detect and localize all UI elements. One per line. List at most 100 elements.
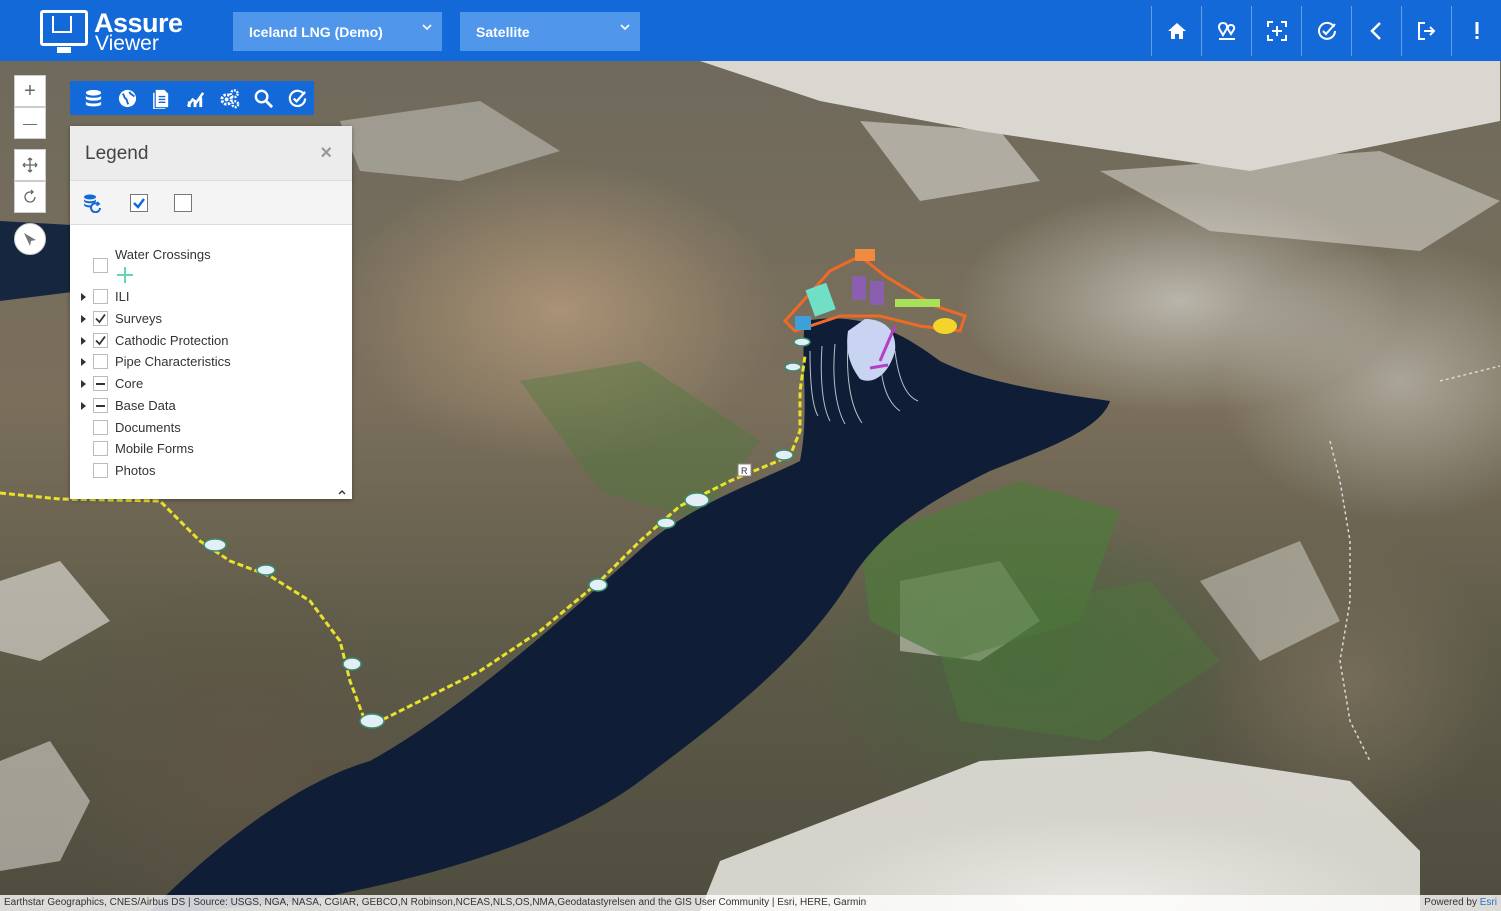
search-icon xyxy=(254,89,273,108)
legend-item-mobile-forms[interactable]: Mobile Forms xyxy=(70,438,352,460)
app-header: Assure Viewer Iceland LNG (Demo) Satelli… xyxy=(0,0,1501,61)
rotate-icon xyxy=(24,189,36,203)
home-icon xyxy=(1167,23,1186,39)
check-icon xyxy=(133,198,145,209)
legend-panel: Legend × Water Crossings ILI Surveys Cat… xyxy=(70,126,352,499)
full-extent-button[interactable] xyxy=(1251,6,1301,56)
zoom-in-button[interactable]: + xyxy=(14,75,46,107)
header-nav-buttons xyxy=(1151,6,1501,56)
route-marker-label: R xyxy=(741,466,748,476)
layers-data-button[interactable] xyxy=(76,81,110,115)
legend-item-cathodic-protection[interactable]: Cathodic Protection xyxy=(70,330,352,352)
legend-item-pipe-characteristics[interactable]: Pipe Characteristics xyxy=(70,351,352,373)
legend-item-documents[interactable]: Documents xyxy=(70,417,352,439)
zoom-out-button[interactable]: — xyxy=(14,107,46,139)
assure-viewer-logo[interactable]: Assure Viewer xyxy=(40,8,190,55)
layer-checkbox[interactable] xyxy=(93,289,108,304)
chevron-down-icon xyxy=(422,24,432,31)
expand-arrow-icon[interactable] xyxy=(81,337,86,345)
back-button[interactable] xyxy=(1351,6,1401,56)
chart-icon xyxy=(186,91,204,107)
chevron-up-icon[interactable] xyxy=(338,489,346,495)
layer-checkbox[interactable] xyxy=(93,441,108,456)
layer-label: Core xyxy=(115,376,144,391)
powered-by: Powered by Esri xyxy=(1424,897,1497,908)
rotate-button[interactable] xyxy=(14,181,46,213)
partial-check-icon xyxy=(96,383,105,385)
layer-checkbox[interactable] xyxy=(93,376,108,391)
powered-by-text: Powered by xyxy=(1424,897,1477,908)
basemap-select-value: Satellite xyxy=(476,24,530,40)
sign-out-icon xyxy=(1417,22,1435,40)
legend-item-core[interactable]: Core xyxy=(70,373,352,395)
layer-checkbox[interactable] xyxy=(93,420,108,435)
globe-icon xyxy=(118,89,136,107)
compass-button[interactable] xyxy=(14,223,46,255)
layer-label: Pipe Characteristics xyxy=(115,354,231,369)
legend-header: Legend × xyxy=(70,126,352,180)
document-icon xyxy=(152,89,168,109)
pan-button[interactable] xyxy=(14,149,46,181)
expand-arrow-icon[interactable] xyxy=(81,402,86,410)
layer-checkbox[interactable] xyxy=(93,258,108,273)
basemap-gallery-button[interactable] xyxy=(110,81,144,115)
documents-button[interactable] xyxy=(144,81,178,115)
legend-item-photos[interactable]: Photos xyxy=(70,460,352,482)
extent-icon xyxy=(1266,21,1287,41)
project-select[interactable]: Iceland LNG (Demo) xyxy=(233,12,442,51)
validation-button[interactable] xyxy=(280,81,314,115)
legend-item-surveys[interactable]: Surveys xyxy=(70,308,352,330)
check-all-checkbox[interactable] xyxy=(130,194,148,212)
home-button[interactable] xyxy=(1151,6,1201,56)
zoom-in-label: + xyxy=(24,79,36,102)
tools-toolbar xyxy=(70,81,314,115)
check-icon xyxy=(95,335,106,346)
search-button[interactable] xyxy=(246,81,280,115)
bookmark-pin-icon xyxy=(1217,21,1235,40)
layer-checkbox[interactable] xyxy=(93,333,108,348)
profile-chart-button[interactable] xyxy=(178,81,212,115)
gears-icon xyxy=(219,88,239,108)
layer-label: Mobile Forms xyxy=(115,441,194,456)
sign-out-button[interactable] xyxy=(1401,6,1451,56)
back-icon xyxy=(1369,22,1381,40)
layer-checkbox[interactable] xyxy=(93,354,108,369)
expand-arrow-icon[interactable] xyxy=(81,315,86,323)
layer-checkbox[interactable] xyxy=(93,398,108,413)
settings-button[interactable] xyxy=(212,81,246,115)
legend-item-ili[interactable]: ILI xyxy=(70,286,352,308)
database-icon xyxy=(85,89,101,106)
refresh-layers-icon[interactable] xyxy=(82,193,102,213)
legend-item-base-data[interactable]: Base Data xyxy=(70,395,352,417)
app-window: R Assure Viewer Iceland LNG (Demo) Satel… xyxy=(0,0,1501,911)
partial-check-icon xyxy=(96,405,105,407)
legend-title: Legend xyxy=(85,143,149,164)
alerts-button[interactable] xyxy=(1451,6,1501,56)
legend-actions-bar xyxy=(70,180,352,225)
check-circle-icon xyxy=(288,89,306,107)
layer-label: Base Data xyxy=(115,398,176,413)
validate-button[interactable] xyxy=(1301,6,1351,56)
layer-checkbox[interactable] xyxy=(93,463,108,478)
esri-link[interactable]: Esri xyxy=(1480,897,1497,908)
bookmarks-button[interactable] xyxy=(1201,6,1251,56)
expand-arrow-icon[interactable] xyxy=(81,380,86,388)
map-attribution: Earthstar Geographics, CNES/Airbus DS | … xyxy=(0,895,1501,911)
legend-item-water-crossings[interactable]: Water Crossings xyxy=(70,244,352,273)
road-line-2 xyxy=(1439,365,1501,382)
legend-close-button[interactable]: × xyxy=(320,142,332,165)
layer-checkbox[interactable] xyxy=(93,311,108,326)
logo-subtitle: Viewer xyxy=(95,32,159,55)
expand-arrow-icon[interactable] xyxy=(81,293,86,301)
water-crossing-symbol-icon xyxy=(117,267,133,283)
layer-label: ILI xyxy=(115,289,130,304)
compass-icon xyxy=(24,233,36,246)
layer-label: Surveys xyxy=(115,311,162,326)
expand-arrow-icon[interactable] xyxy=(81,358,86,366)
layer-label: Water Crossings xyxy=(115,247,211,262)
road-line xyxy=(1329,440,1371,762)
zoom-out-label: — xyxy=(23,115,37,131)
basemap-select[interactable]: Satellite xyxy=(460,12,640,51)
uncheck-all-checkbox[interactable] xyxy=(174,194,192,212)
book-icon xyxy=(52,16,72,33)
